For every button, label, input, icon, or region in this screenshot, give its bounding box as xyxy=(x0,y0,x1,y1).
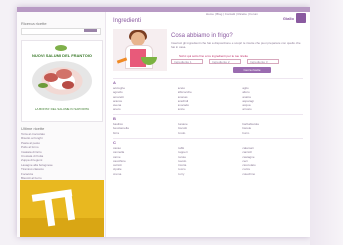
section-letter: A xyxy=(113,80,116,85)
sidebar-search-button[interactable] xyxy=(84,29,97,32)
ingredient-input-1[interactable]: Ingrediente 1 xyxy=(171,59,203,64)
ingredient-link[interactable]: curry xyxy=(178,172,239,176)
ingredient-link[interactable]: burro xyxy=(242,131,303,135)
chef-illustration xyxy=(113,29,167,71)
hero-description: Inserisci gli ingredienti che hai a disp… xyxy=(171,41,301,49)
ingredient-link[interactable]: brodo xyxy=(178,131,239,135)
ingredient-link[interactable]: aneto xyxy=(113,107,174,111)
hero-question: Cosa abbiamo in frigo? xyxy=(171,33,233,39)
ad-footer: LA BONTA' DEL SALUME IN SAPORITA xyxy=(34,107,90,111)
salami-slice xyxy=(56,69,72,79)
main-content: Ingredienti Cosa abbiamo in frigo? Inser… xyxy=(109,12,308,237)
leaf-garnish xyxy=(38,83,48,88)
salumi-ad-banner[interactable]: NUOVI SALUMI DEL FRANTOIO LA BONTA' DEL … xyxy=(21,40,103,122)
ingredient-grid-b: basilico banane barbabietola besciamella… xyxy=(113,122,303,135)
sidebar-search-title: Ricerca ricette xyxy=(21,21,47,26)
sidebar: Ricerca ricette NUOVI SALUMI DEL FRANTOI… xyxy=(17,12,106,237)
ingredient-input-3[interactable]: Ingrediente 3 xyxy=(247,59,279,64)
ingredient-link[interactable]: anice xyxy=(178,107,239,111)
ingredient-grid-a: acciughe aceto aglio agnello albicocche … xyxy=(113,86,303,112)
ad-graphic xyxy=(63,189,76,221)
right-margin xyxy=(310,0,343,245)
hero-hint: Scrivi qui sotto fino a tre ingredienti … xyxy=(179,54,249,58)
latest-recipes-title: Ultime ricette xyxy=(21,126,45,131)
divider xyxy=(113,114,303,115)
brand-logo-icon xyxy=(55,45,67,51)
section-letter: B xyxy=(113,116,116,121)
divider xyxy=(113,138,303,139)
page-title: Ingredienti xyxy=(113,18,142,24)
ingredient-grid-c: cacao caffè calamari cannella capperi ca… xyxy=(113,146,303,176)
ingredient-link[interactable]: birra xyxy=(113,131,174,135)
section-letter: C xyxy=(113,140,116,145)
chef-head xyxy=(131,32,145,46)
ingredient-link[interactable]: cotechino xyxy=(242,172,303,176)
web-page: Home | Blog | Contatti | Ricette | Forum… xyxy=(17,7,310,237)
divider xyxy=(113,78,303,79)
ad-title: NUOVI SALUMI DEL FRANTOIO xyxy=(31,53,93,58)
salami-slice xyxy=(62,81,74,89)
ingredient-link[interactable]: crema xyxy=(113,172,174,176)
yellow-ad-banner[interactable] xyxy=(20,180,104,237)
ingredient-link[interactable]: arrosto xyxy=(242,107,303,111)
ad-shade xyxy=(20,218,104,237)
latest-recipes-list: Torta al cioccolato Risotto ai funghi Pa… xyxy=(21,132,99,180)
plate-image xyxy=(32,61,92,101)
ingredient-input-2[interactable]: Ingrediente 2 xyxy=(209,59,241,64)
search-recipes-button[interactable]: Cerca ricette xyxy=(233,67,271,73)
